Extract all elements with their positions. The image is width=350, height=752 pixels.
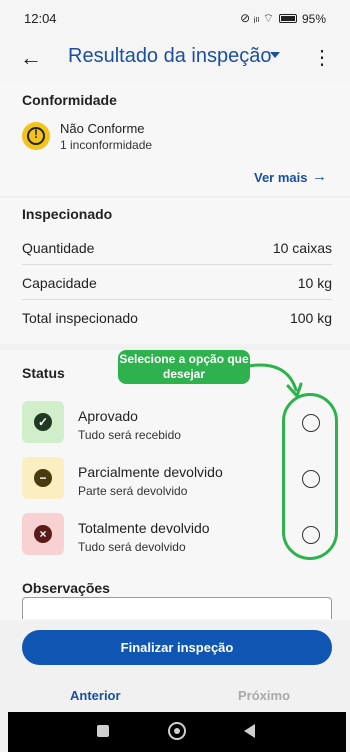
capacidade-label: Capacidade bbox=[22, 275, 97, 291]
warning-icon: ! bbox=[22, 122, 50, 150]
finish-inspection-button[interactable]: Finalizar inspeção bbox=[22, 630, 332, 665]
quantidade-label: Quantidade bbox=[22, 240, 95, 256]
callout-label: Selecione a opção que desejar bbox=[118, 350, 250, 384]
next-button[interactable]: Próximo bbox=[238, 688, 290, 703]
minus-circle-icon: − bbox=[34, 469, 52, 487]
option-total-subtitle: Tudo será devolvido bbox=[78, 540, 186, 554]
partial-tile: − bbox=[22, 457, 64, 499]
chevron-down-icon[interactable] bbox=[270, 52, 280, 58]
quantidade-value: 10 caixas bbox=[272, 240, 332, 256]
option-approved-title[interactable]: Aprovado bbox=[78, 408, 138, 424]
option-partial-title[interactable]: Parcialmente devolvido bbox=[78, 464, 223, 480]
page-title[interactable]: Resultado da inspeção bbox=[68, 45, 271, 68]
status-bar: 12:04 ⊘ ᵢₗₗ ⌔ 95% bbox=[0, 0, 350, 36]
highlight-box bbox=[282, 393, 338, 560]
conformidade-heading: Conformidade bbox=[22, 92, 117, 108]
total-tile: × bbox=[22, 513, 64, 555]
status-icons: ⊘ ᵢₗₗ ⌔ 95% bbox=[240, 11, 326, 26]
status-heading: Status bbox=[22, 365, 65, 381]
total-inspecionado-value: 100 kg bbox=[289, 310, 332, 326]
signal-icons: ⊘ ᵢₗₗ ⌔ bbox=[240, 11, 274, 25]
clock: 12:04 bbox=[24, 11, 57, 26]
divider bbox=[22, 264, 332, 265]
inspecionado-heading: Inspecionado bbox=[22, 206, 113, 222]
divider bbox=[22, 299, 332, 300]
conformidade-detail: 1 inconformidade bbox=[60, 138, 153, 152]
ver-mais-link[interactable]: Ver mais bbox=[254, 170, 308, 185]
more-vertical-icon[interactable]: ⋮ bbox=[312, 44, 332, 72]
option-approved-subtitle: Tudo será recebido bbox=[78, 428, 181, 442]
recents-icon[interactable] bbox=[97, 725, 109, 737]
x-circle-icon: × bbox=[34, 525, 52, 543]
curved-arrow-icon bbox=[246, 363, 303, 398]
arrow-right-icon[interactable]: → bbox=[312, 168, 327, 185]
home-icon[interactable] bbox=[168, 722, 186, 740]
app-bar: ← Resultado da inspeção ⋮ bbox=[0, 36, 350, 82]
check-circle-icon: ✓ bbox=[34, 413, 52, 431]
system-nav-bar bbox=[8, 712, 346, 752]
option-total-title[interactable]: Totalmente devolvido bbox=[78, 520, 210, 536]
previous-button[interactable]: Anterior bbox=[70, 688, 121, 703]
conformidade-status: Não Conforme bbox=[60, 121, 145, 136]
option-partial-subtitle: Parte será devolvido bbox=[78, 484, 188, 498]
total-inspecionado-label: Total inspecionado bbox=[22, 310, 138, 326]
arrow-left-icon[interactable]: ← bbox=[20, 44, 48, 72]
observacoes-heading: Observações bbox=[22, 580, 110, 596]
battery-icon bbox=[278, 14, 297, 23]
back-triangle-icon[interactable] bbox=[244, 724, 255, 738]
battery-level: 95% bbox=[301, 11, 326, 26]
capacidade-value: 10 kg bbox=[297, 275, 332, 291]
approved-tile: ✓ bbox=[22, 401, 64, 443]
observacoes-field[interactable] bbox=[22, 597, 332, 619]
